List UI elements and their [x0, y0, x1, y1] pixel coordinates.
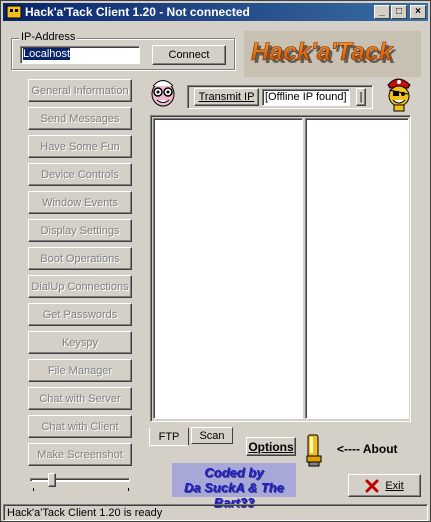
- app-icon: [6, 5, 22, 19]
- ftp-right-list[interactable]: [305, 118, 409, 419]
- tab-ftp-label: FTP: [158, 430, 180, 443]
- logo-graphic: Hack'a'Tack Hack'a'Tack: [244, 31, 421, 77]
- sidebar-button-send-messages[interactable]: Send Messages: [28, 107, 132, 130]
- tab-scan[interactable]: Scan: [191, 427, 233, 444]
- slider-track: [30, 478, 130, 482]
- sidebar-button-make-screenshot[interactable]: Make Screenshot: [28, 443, 132, 466]
- about-link[interactable]: <---- About: [337, 442, 398, 456]
- slider-thumb[interactable]: [48, 473, 56, 487]
- options-button[interactable]: Options: [246, 437, 296, 456]
- sidebar-button-window-events[interactable]: Window Events: [28, 191, 132, 214]
- ip-address-value: Localhost: [23, 48, 71, 60]
- slider-ticks: [33, 488, 129, 491]
- sidebar-button-chat-with-client[interactable]: Chat with Client: [28, 415, 132, 438]
- ftp-left-list[interactable]: [153, 118, 303, 419]
- sidebar-button-boot-operations[interactable]: Boot Operations: [28, 247, 132, 270]
- sidebar-button-keyspy[interactable]: Keyspy: [28, 331, 132, 354]
- exit-button[interactable]: Exit: [348, 474, 421, 497]
- sidebar-button-get-passwords[interactable]: Get Passwords: [28, 303, 132, 326]
- main-window: Hack'a'Tack Client 1.20 - Not connected …: [0, 0, 431, 522]
- exit-label: Exit: [385, 479, 404, 492]
- close-button[interactable]: ×: [410, 5, 426, 19]
- minimize-button[interactable]: _: [374, 5, 390, 19]
- credits-banner: Coded by Da SuckA & The Bart33: [172, 463, 296, 510]
- connect-button[interactable]: Connect: [152, 45, 226, 65]
- transmit-ip-button[interactable]: Transmit IP: [194, 88, 259, 106]
- sidebar-button-display-settings[interactable]: Display Settings: [28, 219, 132, 242]
- options-label: Options: [248, 439, 294, 454]
- hackatack-logo: Hack'a'Tack Hack'a'Tack: [244, 31, 421, 77]
- pirate-icon: [387, 78, 411, 112]
- sidebar-button-file-manager[interactable]: File Manager: [28, 359, 132, 382]
- ip-status-field: [Offline IP found]: [262, 89, 350, 106]
- transmit-small-button[interactable]: |: [356, 88, 366, 106]
- status-bar: Hack'a'Tack Client 1.20 is ready: [3, 504, 428, 521]
- sidebar-button-dialup-connections[interactable]: DialUp Connections: [28, 275, 132, 298]
- tab-scan-label: Scan: [199, 429, 225, 442]
- professor-icon: [151, 80, 175, 107]
- sidebar-button-general-information[interactable]: General Information: [28, 79, 132, 102]
- credits-line1: Coded by: [204, 465, 264, 480]
- transmit-ip-label: Transmit IP: [198, 91, 255, 103]
- maximize-button[interactable]: □: [391, 5, 407, 19]
- tab-ftp[interactable]: FTP: [149, 428, 189, 446]
- sidebar-button-have-some-fun[interactable]: Have Some Fun: [28, 135, 132, 158]
- title-bar[interactable]: Hack'a'Tack Client 1.20 - Not connected …: [3, 3, 428, 21]
- close-icon: [365, 479, 379, 492]
- ip-address-label: IP-Address: [19, 31, 78, 43]
- logo-text: Hack'a'Tack: [251, 38, 394, 66]
- speed-slider[interactable]: [28, 473, 132, 491]
- sidebar-button-device-controls[interactable]: Device Controls: [28, 163, 132, 186]
- window-title: Hack'a'Tack Client 1.20 - Not connected: [25, 5, 250, 19]
- ip-address-input[interactable]: Localhost: [20, 46, 140, 64]
- lightbulb-icon[interactable]: [305, 434, 329, 468]
- sidebar-button-chat-with-server[interactable]: Chat with Server: [28, 387, 132, 410]
